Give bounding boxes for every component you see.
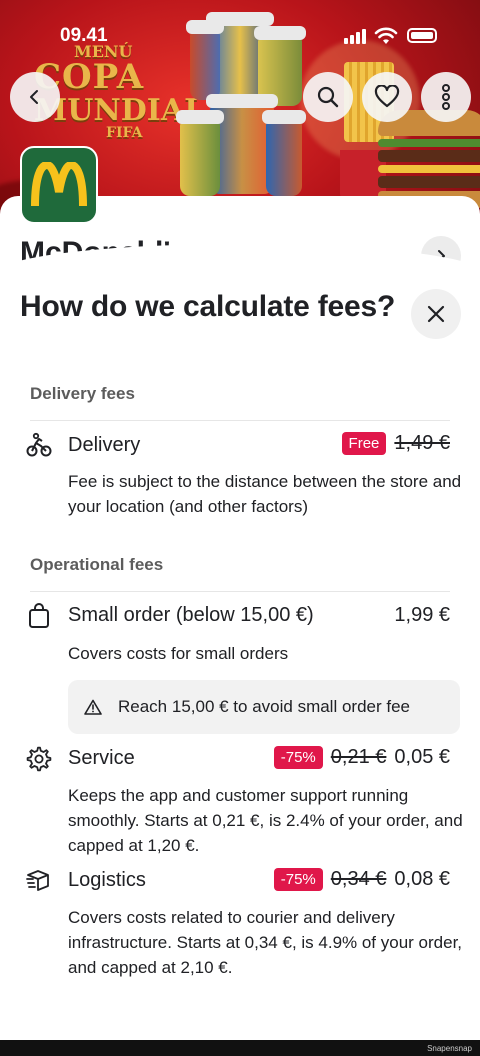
discount-badge: -75% <box>273 868 323 891</box>
bicycle-icon <box>26 432 52 458</box>
chevron-left-icon <box>30 90 38 104</box>
heart-icon <box>374 85 400 108</box>
small-order-notice-text: Reach 15,00 € to avoid small order fee <box>118 697 411 716</box>
more-vertical-icon <box>442 84 450 110</box>
logistics-old-price: 0,34 € <box>330 868 387 890</box>
divider <box>30 420 450 421</box>
delivery-fee-price: Free 1,49 € <box>341 432 450 455</box>
service-fee-label: Service <box>68 747 135 769</box>
search-icon <box>317 86 339 108</box>
delivery-box-icon <box>26 868 52 894</box>
close-icon <box>427 305 445 323</box>
bottom-bar <box>0 1040 480 1056</box>
favorite-button[interactable] <box>362 72 412 122</box>
logistics-fee-price: -75% 0,34 € 0,08 € <box>273 868 450 891</box>
delivery-old-price: 1,49 € <box>394 432 450 454</box>
logistics-fee-label: Logistics <box>68 869 146 891</box>
free-badge: Free <box>341 432 387 455</box>
logistics-price: 0,08 € <box>394 868 450 890</box>
small-order-notice: Reach 15,00 € to avoid small order fee <box>68 680 460 734</box>
small-order-fee-price: 1,99 € <box>394 604 450 627</box>
small-order-fee-description: Covers costs for small orders <box>68 644 289 663</box>
service-old-price: 0,21 € <box>330 746 387 768</box>
shopping-bag-icon <box>26 603 52 629</box>
delivery-fee-description: Fee is subject to the distance between t… <box>68 472 462 516</box>
close-button[interactable] <box>411 289 461 339</box>
service-fee-price: -75% 0,21 € 0,05 € <box>273 746 450 769</box>
back-button[interactable] <box>10 72 60 122</box>
small-order-fee-label: Small order (below 15,00 €) <box>68 604 314 626</box>
golden-arches-logo <box>31 162 87 207</box>
promo-cup-image <box>176 110 224 196</box>
signal-icon <box>344 29 366 44</box>
gear-icon <box>26 746 52 772</box>
sheet-title: How do we calculate fees? <box>20 290 396 323</box>
delivery-fee-label: Delivery <box>68 434 141 456</box>
wifi-icon <box>374 27 398 44</box>
logistics-fee-description: Covers costs related to courier and deli… <box>68 908 463 977</box>
search-button[interactable] <box>303 72 353 122</box>
warning-icon <box>84 699 102 715</box>
section-heading-operational: Operational fees <box>30 555 164 574</box>
status-time: 09.41 <box>60 25 108 46</box>
restaurant-logo <box>20 146 98 224</box>
battery-icon <box>407 28 437 43</box>
more-options-button[interactable] <box>421 72 471 122</box>
divider <box>30 591 450 592</box>
discount-badge: -75% <box>273 746 323 769</box>
promo-cup-image <box>262 110 306 196</box>
service-fee-description: Keeps the app and customer support runni… <box>68 786 463 855</box>
section-heading-delivery: Delivery fees <box>30 384 135 403</box>
status-bar: 09.41 <box>0 0 480 66</box>
service-price: 0,05 € <box>394 746 450 768</box>
watermark: Snapensnap <box>427 1044 472 1053</box>
small-order-price: 1,99 € <box>394 604 450 626</box>
